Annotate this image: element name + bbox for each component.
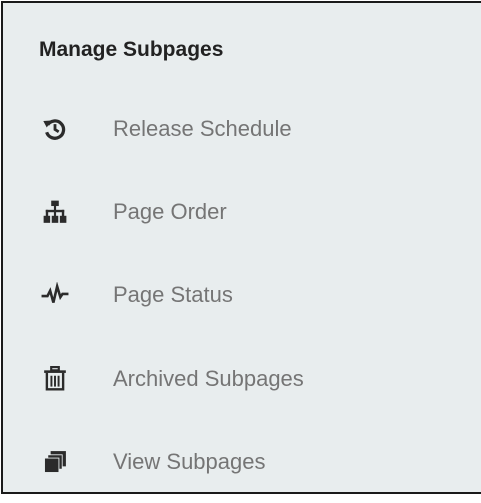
menu-item-archived-subpages[interactable]: Archived Subpages xyxy=(3,337,481,420)
sitemap-icon xyxy=(41,198,69,226)
heartbeat-icon xyxy=(41,281,69,309)
menu-item-label: View Subpages xyxy=(113,448,266,474)
manage-subpages-panel: Manage Subpages Release Schedule Page Or… xyxy=(1,1,481,494)
menu-item-release-schedule[interactable]: Release Schedule xyxy=(3,87,481,170)
copy-icon xyxy=(41,448,69,476)
menu-item-label: Release Schedule xyxy=(113,116,292,141)
menu-item-page-status[interactable]: Page Status xyxy=(3,253,481,336)
menu-item-view-subpages[interactable]: View Subpages xyxy=(3,420,481,503)
menu-item-label: Archived Subpages xyxy=(113,365,304,391)
panel-title: Manage Subpages xyxy=(39,38,224,61)
subpages-menu: Release Schedule Page Order Page Status … xyxy=(3,87,481,503)
menu-item-label: Page Status xyxy=(113,282,233,308)
trash-icon xyxy=(41,365,69,393)
menu-item-label: Page Order xyxy=(113,199,227,225)
menu-item-page-order[interactable]: Page Order xyxy=(3,170,481,253)
history-icon xyxy=(41,115,69,143)
